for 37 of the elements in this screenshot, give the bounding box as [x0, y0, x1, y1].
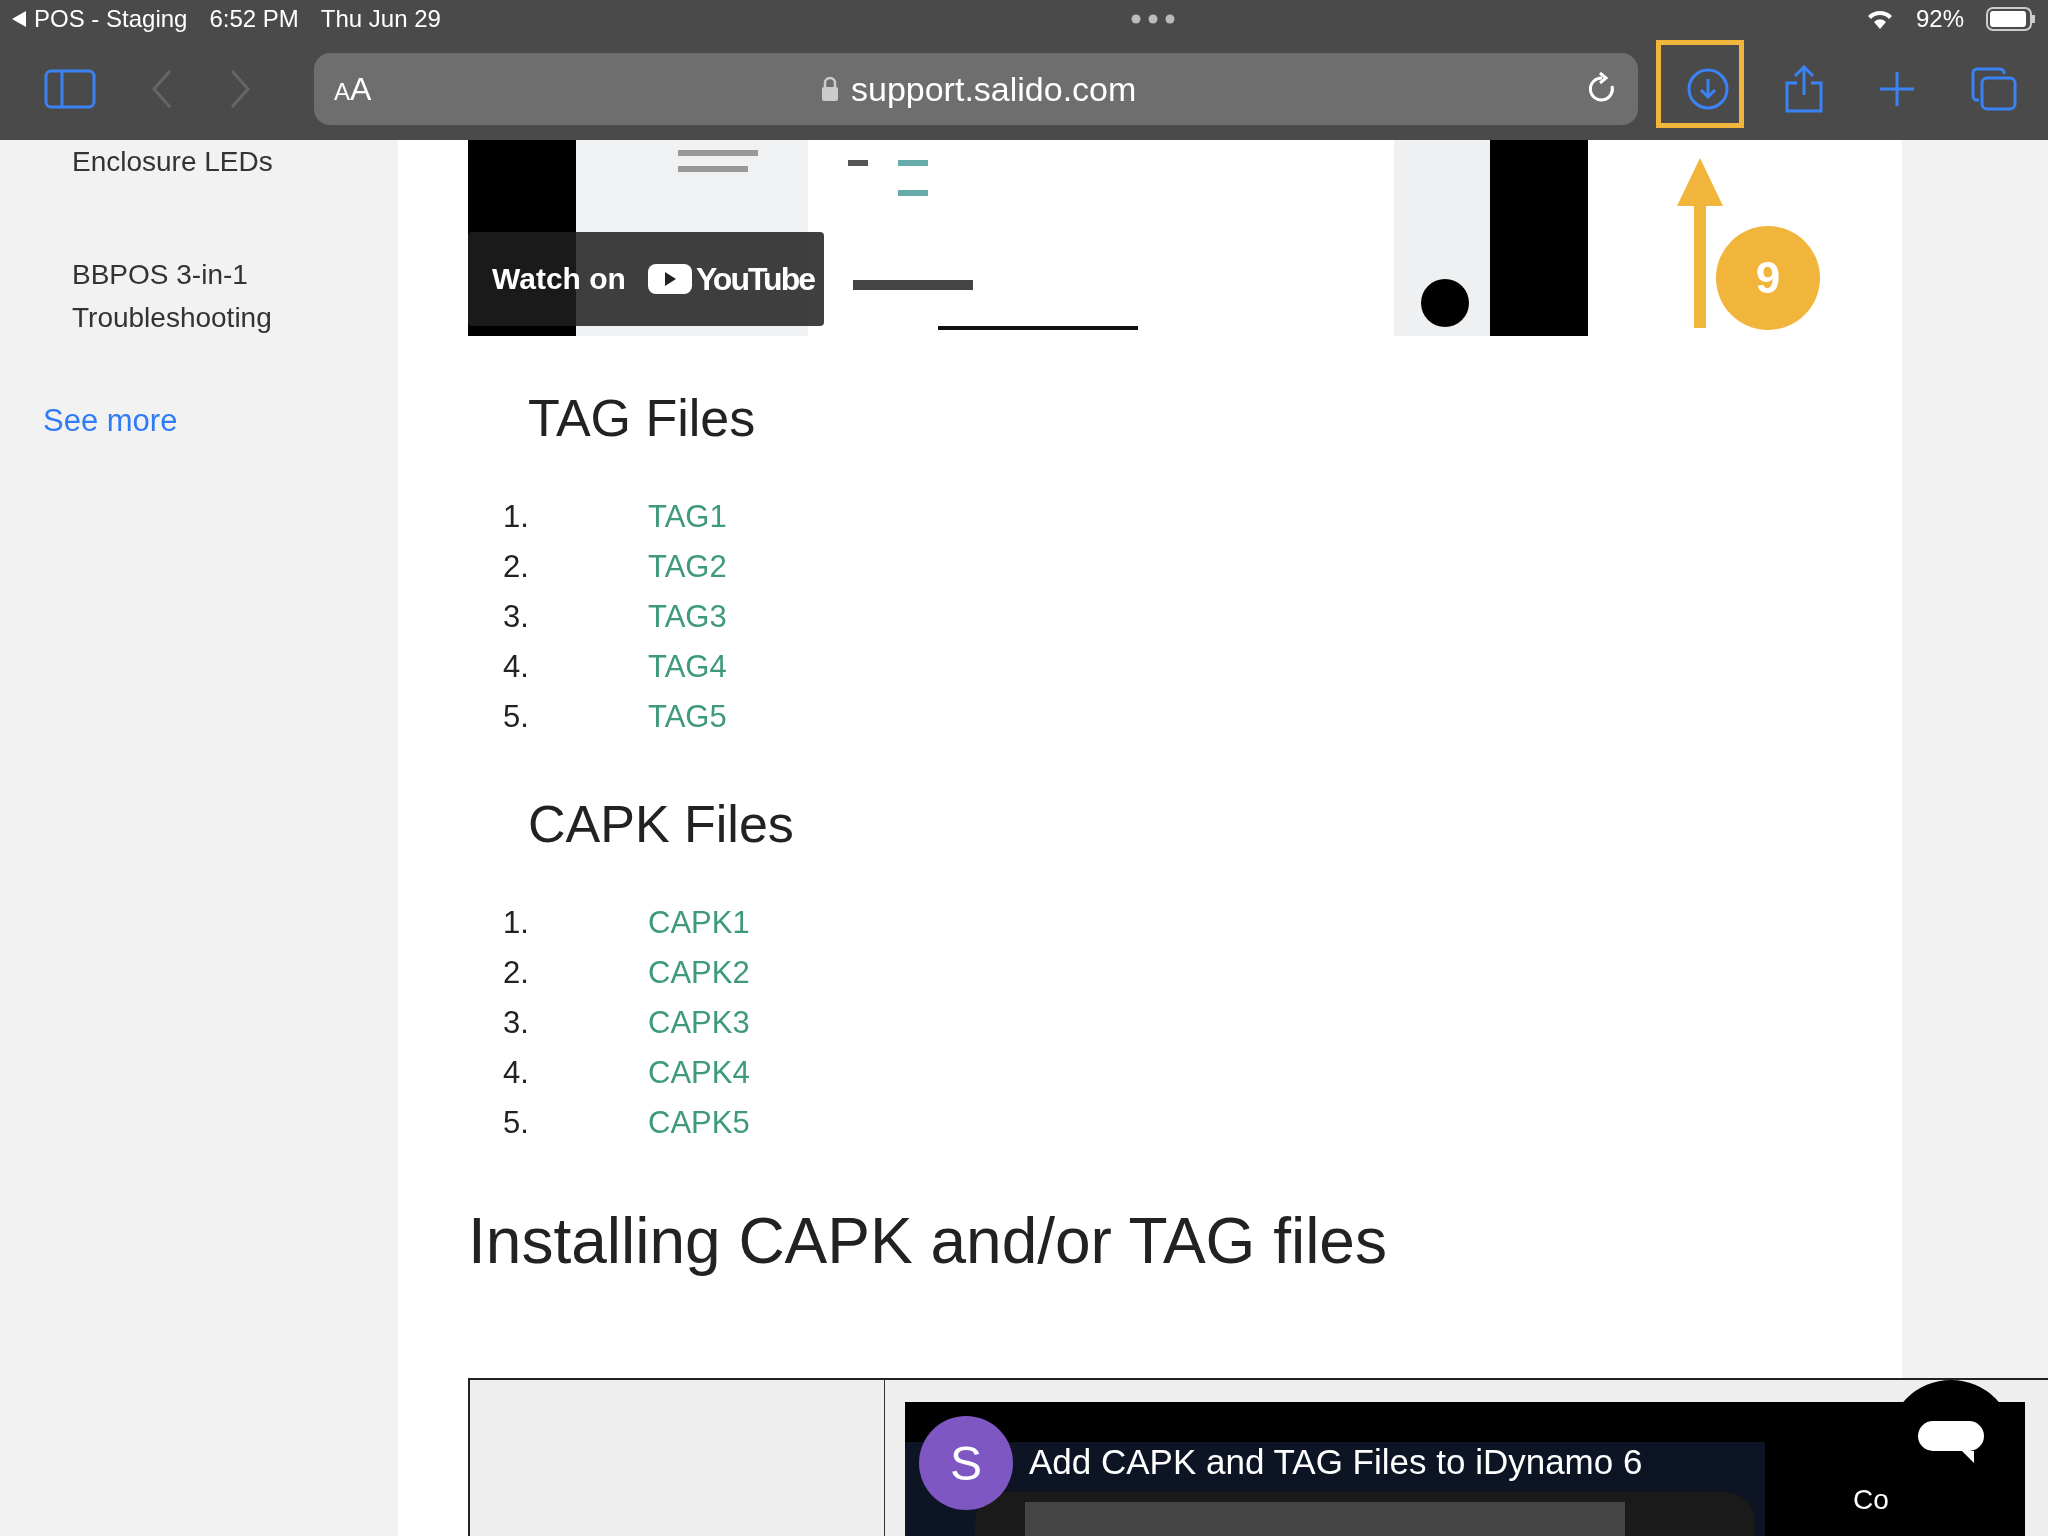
file-link[interactable]: TAG4: [648, 649, 727, 685]
list-number: 3.: [502, 1005, 530, 1041]
sidebar-link[interactable]: Enclosure LEDs: [72, 140, 332, 183]
youtube-logo: YouTube: [647, 260, 814, 298]
file-link[interactable]: CAPK5: [648, 1105, 750, 1141]
page-heading: Installing CAPK and/or TAG files: [468, 1204, 1388, 1278]
file-link[interactable]: TAG1: [648, 499, 727, 535]
list-number: 2.: [502, 955, 530, 991]
list-number: 5.: [502, 1105, 530, 1141]
status-time: 6:52 PM: [209, 5, 299, 33]
watch-on-label: Watch on: [492, 262, 626, 296]
sidebar-link[interactable]: BBPOS 3-in-1 Troubleshooting: [72, 253, 332, 339]
file-link[interactable]: TAG3: [648, 599, 727, 635]
list-number: 3.: [502, 599, 530, 635]
list-number: 1.: [502, 499, 530, 535]
file-link[interactable]: CAPK2: [648, 955, 750, 991]
list-number: 4.: [502, 649, 530, 685]
list-number: 5.: [502, 699, 530, 735]
list-number: 4.: [502, 1055, 530, 1091]
video-overlay-text: Co: [1853, 1484, 1889, 1516]
list-number: 2.: [502, 549, 530, 585]
file-link[interactable]: CAPK3: [648, 1005, 750, 1041]
section-heading: CAPK Files: [528, 794, 795, 854]
list-number: 1.: [502, 905, 530, 941]
file-link[interactable]: CAPK4: [648, 1055, 750, 1091]
see-more-link[interactable]: See more: [43, 403, 398, 439]
section-heading: TAG Files: [528, 388, 757, 448]
video-title[interactable]: Add CAPK and TAG Files to iDynamo 6: [1029, 1442, 1643, 1482]
url-text[interactable]: support.salido.com: [851, 69, 1137, 109]
back-to-app-link[interactable]: POS - Staging: [12, 5, 188, 33]
watch-on-youtube-button[interactable]: Watch on YouTube: [468, 232, 824, 326]
status-date: Thu Jun 29: [320, 5, 441, 33]
text-size-button[interactable]: AA: [334, 70, 372, 108]
file-link[interactable]: TAG5: [648, 699, 727, 735]
battery-percent: 92%: [1915, 5, 1964, 33]
file-link[interactable]: CAPK1: [648, 905, 750, 941]
file-link[interactable]: TAG2: [648, 549, 727, 585]
